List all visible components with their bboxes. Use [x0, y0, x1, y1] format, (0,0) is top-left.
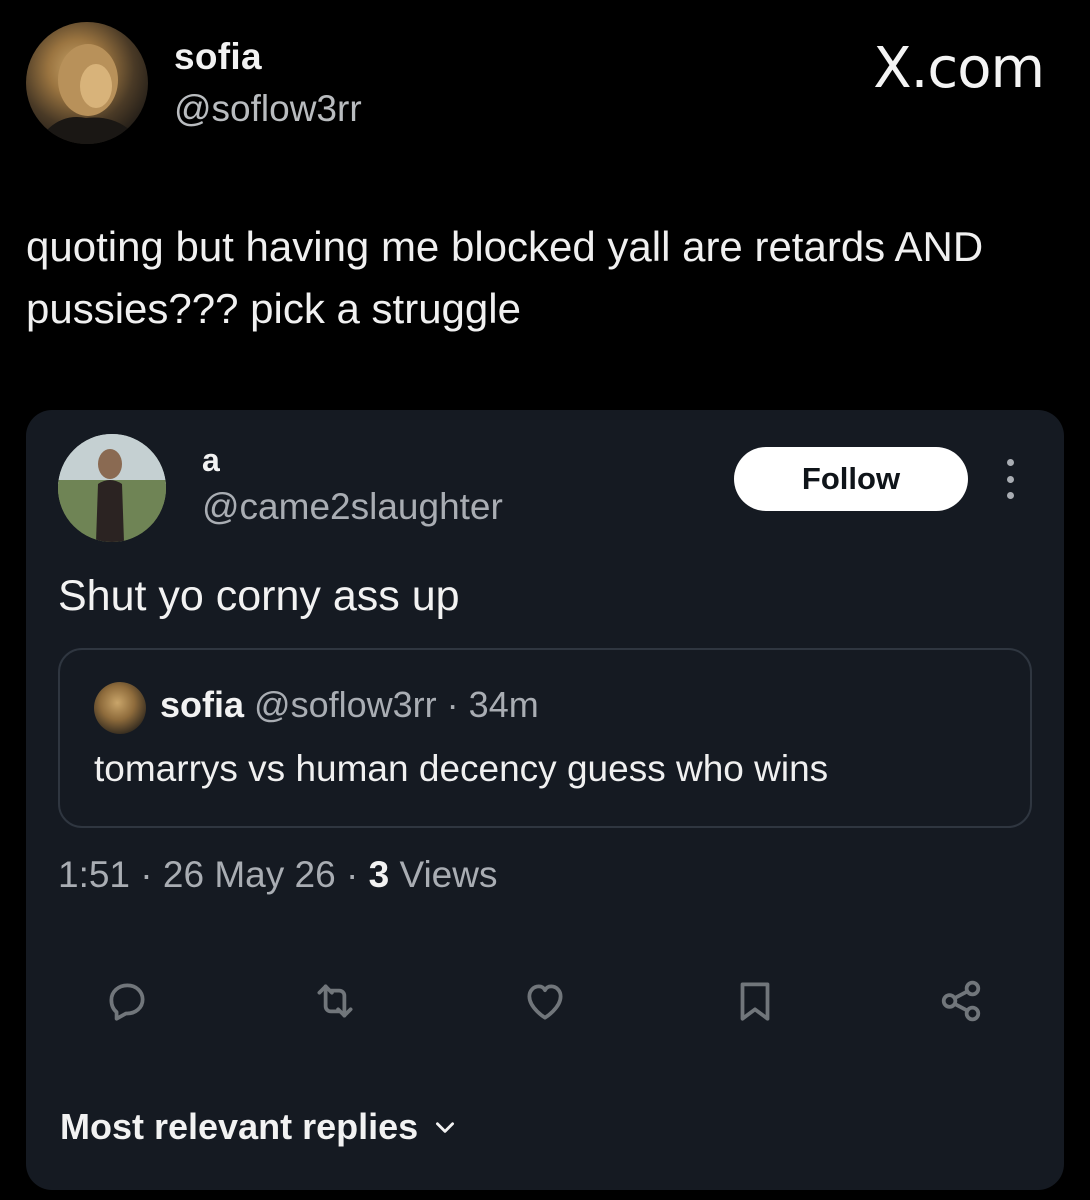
like-icon[interactable] [518, 974, 572, 1028]
timestamp-separator: · [140, 854, 153, 895]
outer-post-text: quoting but having me blocked yall are r… [26, 223, 984, 332]
repost-icon[interactable] [308, 974, 362, 1028]
outer-author-avatar[interactable] [26, 22, 148, 144]
bookmark-icon[interactable] [728, 974, 782, 1028]
quoted-author-name: sofia [160, 684, 245, 725]
embedded-author-handle[interactable]: @came2slaughter [202, 486, 503, 528]
quoted-author-avatar [94, 682, 146, 734]
post-timestamp: 1:51 · 26 May 26 · 3 Views [58, 854, 497, 896]
replies-sort-label: Most relevant replies [60, 1106, 419, 1147]
views-count: 3 [368, 854, 390, 895]
quoted-author-handle: @soflow3rr [254, 684, 437, 725]
timestamp-separator: · [345, 854, 359, 895]
outer-author-name[interactable]: sofia [174, 36, 262, 78]
quoted-post-meta: sofia @soflow3rr · 34m [160, 684, 539, 726]
chevron-down-icon [436, 1122, 455, 1133]
more-options-icon[interactable] [992, 455, 1028, 503]
quoted-post[interactable] [58, 648, 1032, 828]
brand-watermark: X.com [873, 36, 1045, 101]
views-label: Views [399, 854, 498, 895]
outer-author-handle[interactable]: @soflow3rr [174, 88, 362, 130]
reply-icon[interactable] [100, 974, 154, 1028]
follow-button[interactable]: Follow [734, 447, 968, 511]
share-icon[interactable] [934, 974, 988, 1028]
replies-sort-dropdown[interactable]: Most relevant replies [60, 1106, 458, 1148]
embedded-author-name[interactable]: a [202, 442, 220, 479]
embedded-post-text: Shut yo corny ass up [58, 572, 460, 620]
quoted-post-age: 34m [468, 684, 539, 725]
quoted-post-text: tomarrys vs human decency guess who wins [94, 748, 829, 789]
quoted-separator: · [446, 684, 459, 725]
embedded-author-avatar[interactable] [58, 434, 166, 542]
post-date[interactable]: 26 May 26 [163, 854, 336, 895]
post-time[interactable]: 1:51 [58, 854, 130, 895]
